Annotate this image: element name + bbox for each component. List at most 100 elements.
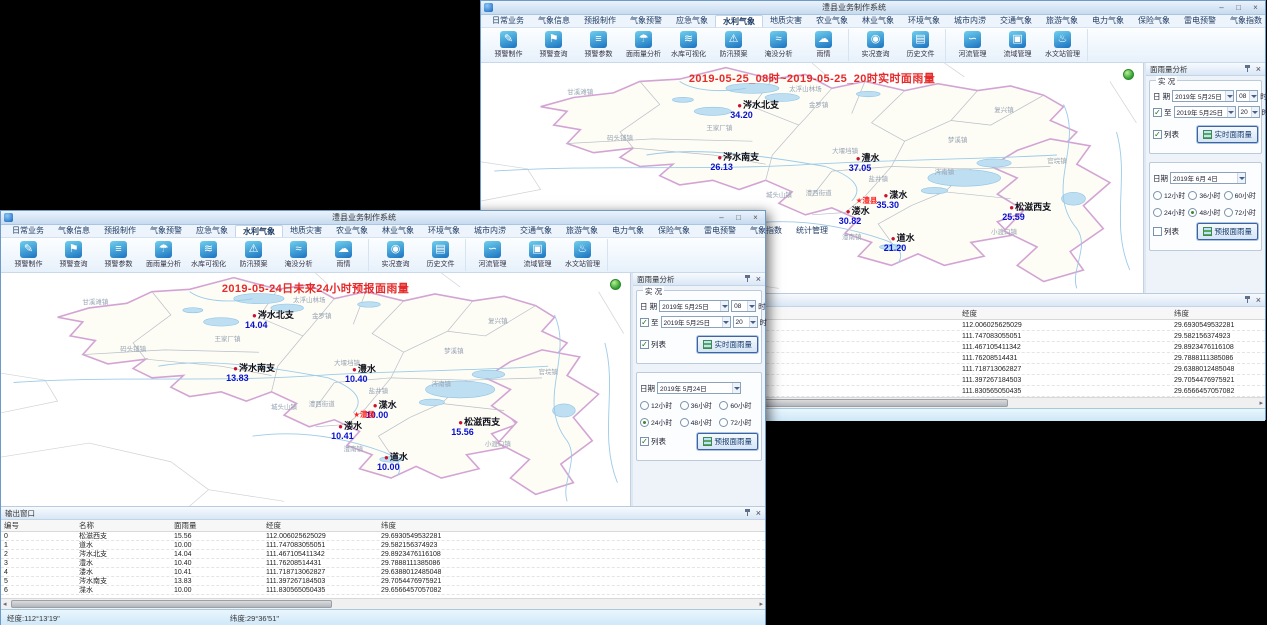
table-row[interactable]: 5涔水南支13.83111.39726718450329.70544769759… bbox=[1, 577, 765, 586]
table-row[interactable]: 6渫水10.00111.83056505043529.6566457057082 bbox=[1, 586, 765, 595]
rainfall-analysis-button[interactable]: ☂面雨量分析 bbox=[621, 29, 666, 61]
radio-icon[interactable] bbox=[1153, 191, 1162, 200]
minimize-button[interactable]: – bbox=[715, 213, 728, 223]
inundation-analysis-button[interactable]: ≈淹没分析 bbox=[756, 29, 801, 61]
warning-params-button[interactable]: ≡预警参数 bbox=[576, 29, 621, 61]
to-date-select[interactable]: 2019年 5月25日 bbox=[1174, 106, 1236, 118]
duration-radio-72小时[interactable]: 72小时 bbox=[1224, 207, 1258, 217]
tab-16[interactable]: 雷电预警 bbox=[697, 225, 743, 237]
list-checkbox[interactable] bbox=[640, 340, 649, 349]
history-file-button[interactable]: ▤历史文件 bbox=[418, 239, 463, 271]
live-rainfall-button[interactable]: 实时面雨量 bbox=[697, 336, 759, 353]
tab-2[interactable]: 气象信息 bbox=[51, 225, 97, 237]
scroll-right-icon[interactable]: ▸ bbox=[759, 600, 763, 609]
duration-radio-36小时[interactable]: 36小时 bbox=[680, 400, 719, 410]
flood-plan-button[interactable]: ⚠防汛预案 bbox=[711, 29, 756, 61]
duration-radio-24小时[interactable]: 24小时 bbox=[1153, 207, 1187, 217]
close-button[interactable]: × bbox=[749, 213, 762, 223]
tab-18[interactable]: 统计管理 bbox=[789, 225, 835, 237]
tab-11[interactable]: 城市内涝 bbox=[467, 225, 513, 237]
list-checkbox[interactable] bbox=[640, 437, 649, 446]
tab-13[interactable]: 旅游气象 bbox=[1039, 15, 1085, 27]
to-date-select[interactable]: 2019年 5月25日 bbox=[661, 316, 731, 328]
basin-manage-button[interactable]: ▣流域管理 bbox=[515, 239, 560, 271]
rainfall-analysis-button[interactable]: ☂面雨量分析 bbox=[141, 239, 186, 271]
tab-1[interactable]: 日常业务 bbox=[485, 15, 531, 27]
list-checkbox[interactable] bbox=[1153, 227, 1162, 236]
tab-5[interactable]: 应急气象 bbox=[669, 15, 715, 27]
rain-info-button[interactable]: ☁雨情 bbox=[801, 29, 846, 61]
from-hour-select[interactable]: 08 bbox=[1236, 90, 1258, 102]
forecast-date-select[interactable]: 2019年 6月 4日 bbox=[1170, 172, 1246, 184]
basin-manage-button[interactable]: ▣流域管理 bbox=[995, 29, 1040, 61]
reservoir-view-button[interactable]: ≋水库可视化 bbox=[666, 29, 711, 61]
tab-13[interactable]: 旅游气象 bbox=[559, 225, 605, 237]
pin-icon[interactable] bbox=[1244, 65, 1251, 73]
flood-plan-button[interactable]: ⚠防汛预案 bbox=[231, 239, 276, 271]
tab-8[interactable]: 农业气象 bbox=[809, 15, 855, 27]
duration-radio-60小时[interactable]: 60小时 bbox=[719, 400, 758, 410]
table-row[interactable]: 2涔水北支14.04111.46710541134229.89234761161… bbox=[1, 550, 765, 559]
title-bar[interactable]: 澧县业务制作系统 – □ × bbox=[481, 1, 1265, 15]
table-row[interactable]: 4溇水10.41111.71871306282729.6388012485048 bbox=[1, 568, 765, 577]
hydro-station-manage-button[interactable]: ♨水文站管理 bbox=[560, 239, 605, 271]
hydro-station-manage-button[interactable]: ♨水文站管理 bbox=[1040, 29, 1085, 61]
river-manage-button[interactable]: ∽河流管理 bbox=[950, 29, 995, 61]
radio-icon[interactable] bbox=[680, 401, 689, 410]
tab-15[interactable]: 保险气象 bbox=[1131, 15, 1177, 27]
table-row[interactable]: 3澧水10.40111.7620851443129.7888111385086 bbox=[1, 559, 765, 568]
pin-icon[interactable] bbox=[744, 275, 751, 283]
pin-icon[interactable] bbox=[1244, 296, 1251, 304]
tab-4[interactable]: 气象预警 bbox=[143, 225, 189, 237]
live-rainfall-button[interactable]: 实时面雨量 bbox=[1197, 126, 1259, 143]
map-globe-button[interactable] bbox=[1123, 69, 1134, 80]
close-icon[interactable]: × bbox=[756, 509, 761, 518]
radio-icon[interactable] bbox=[1188, 208, 1197, 217]
radio-icon[interactable] bbox=[1153, 208, 1162, 217]
tab-14[interactable]: 电力气象 bbox=[605, 225, 651, 237]
duration-radio-72小时[interactable]: 72小时 bbox=[719, 417, 758, 427]
tab-10[interactable]: 环境气象 bbox=[421, 225, 467, 237]
close-icon[interactable]: × bbox=[1256, 296, 1261, 305]
warning-edit-button[interactable]: ✎预警制作 bbox=[6, 239, 51, 271]
duration-radio-48小时[interactable]: 48小时 bbox=[1188, 207, 1222, 217]
tab-3[interactable]: 预报制作 bbox=[97, 225, 143, 237]
warning-edit-button[interactable]: ✎预警制作 bbox=[486, 29, 531, 61]
close-button[interactable]: × bbox=[1249, 3, 1262, 13]
scroll-right-icon[interactable]: ▸ bbox=[1259, 399, 1263, 408]
tab-14[interactable]: 电力气象 bbox=[1085, 15, 1131, 27]
horizontal-scrollbar[interactable]: ◂ ▸ bbox=[1, 598, 765, 609]
radio-icon[interactable] bbox=[719, 401, 728, 410]
tab-4[interactable]: 气象预警 bbox=[623, 15, 669, 27]
tab-11[interactable]: 城市内涝 bbox=[947, 15, 993, 27]
from-hour-select[interactable]: 08 bbox=[731, 300, 756, 312]
radio-icon[interactable] bbox=[680, 418, 689, 427]
close-icon[interactable]: × bbox=[1256, 65, 1261, 74]
reservoir-view-button[interactable]: ≋水库可视化 bbox=[186, 239, 231, 271]
river-manage-button[interactable]: ∽河流管理 bbox=[470, 239, 515, 271]
tab-1[interactable]: 日常业务 bbox=[5, 225, 51, 237]
title-bar[interactable]: 澧县业务制作系统 – □ × bbox=[1, 211, 765, 225]
maximize-button[interactable]: □ bbox=[732, 213, 745, 223]
tab-7[interactable]: 地质灾害 bbox=[283, 225, 329, 237]
radio-icon[interactable] bbox=[1224, 208, 1233, 217]
from-date-select[interactable]: 2019年 5月25日 bbox=[1172, 90, 1234, 102]
to-checkbox[interactable] bbox=[640, 318, 649, 327]
tab-3[interactable]: 预报制作 bbox=[577, 15, 623, 27]
map-globe-button[interactable] bbox=[610, 279, 621, 290]
forecast-rainfall-button[interactable]: 预报面雨量 bbox=[1197, 223, 1259, 240]
tab-12[interactable]: 交通气象 bbox=[513, 225, 559, 237]
tab-7[interactable]: 地质灾害 bbox=[763, 15, 809, 27]
pin-icon[interactable] bbox=[744, 509, 751, 517]
tab-6[interactable]: 水利气象 bbox=[235, 225, 283, 237]
table-row[interactable]: 0松滋西支15.56112.00602562502929.69305495322… bbox=[1, 532, 765, 541]
tab-12[interactable]: 交通气象 bbox=[993, 15, 1039, 27]
tab-15[interactable]: 保险气象 bbox=[651, 225, 697, 237]
map-view[interactable]: 甘溪滩镇太浮山林场金罗镇复兴镇码头铺镇王家厂镇大堰垱镇梦溪镇涔南镇官垸镇城头山镇… bbox=[1, 273, 630, 506]
radio-icon[interactable] bbox=[640, 401, 649, 410]
forecast-rainfall-button[interactable]: 预报面雨量 bbox=[697, 433, 759, 450]
duration-radio-48小时[interactable]: 48小时 bbox=[680, 417, 719, 427]
duration-radio-12小时[interactable]: 12小时 bbox=[1153, 190, 1187, 200]
history-file-button[interactable]: ▤历史文件 bbox=[898, 29, 943, 61]
tab-17[interactable]: 气象指数 bbox=[1223, 15, 1267, 27]
